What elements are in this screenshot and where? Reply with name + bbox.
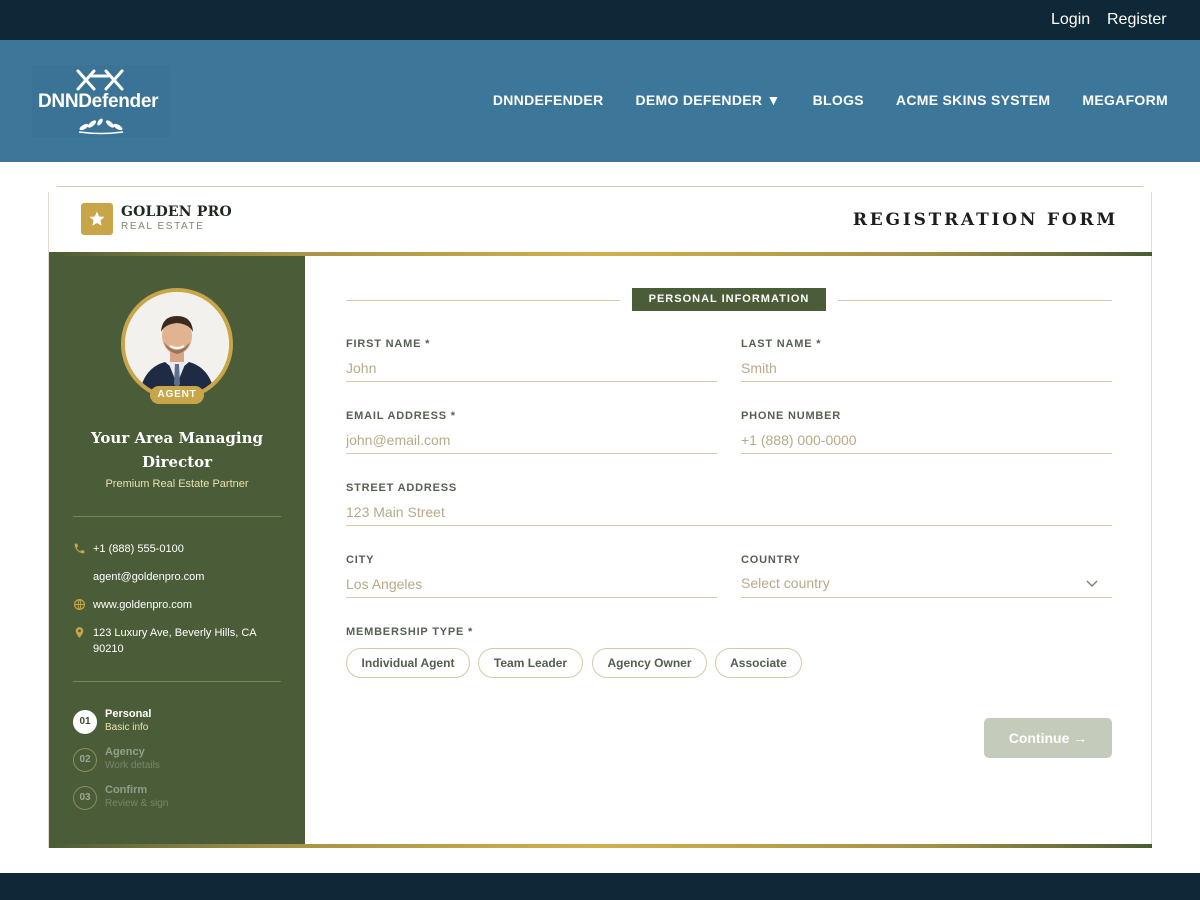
nav-item-dnndefender[interactable]: DNNDEFENDER [493,92,604,108]
phone-icon [74,543,85,554]
form-title: REGISTRATION FORM [852,210,1118,230]
membership-option-agency-owner[interactable]: Agency Owner [592,648,707,678]
gold-divider-bottom [49,844,1152,848]
site-logo[interactable]: DNNDefender [32,65,170,137]
logo-text: DNNDefender [38,91,159,112]
brand-badge [81,203,113,235]
agent-photo [125,292,229,396]
email-icon [73,570,86,583]
membership-option-team-leader[interactable]: Team Leader [478,648,583,678]
agent-subtitle: Premium Real Estate Partner [105,478,249,490]
email-input[interactable] [346,426,717,454]
step-number: 02 [73,748,97,772]
step-title: Personal [105,708,152,720]
register-link[interactable]: Register [1107,11,1167,29]
contact-address-text: 123 Luxury Ave, Beverly Hills, CA 90210 [93,627,257,655]
chevron-down-icon [1086,580,1098,587]
section-divider-left [346,300,620,301]
step-subtitle: Work details [105,760,160,771]
contact-phone-text: +1 (888) 555-0100 [93,543,184,555]
street-input[interactable] [346,498,1112,526]
phone-input[interactable] [741,426,1112,454]
contact-email-text[interactable]: agent@goldenpro.com [93,569,278,585]
star-icon [89,211,105,226]
laurel-icon [78,118,124,135]
nav-item-blogs[interactable]: BLOGS [813,92,864,108]
phone-label: PHONE NUMBER [741,410,842,422]
step-subtitle: Basic info [105,722,149,733]
brand-name: GOLDEN PRO [121,204,232,220]
globe-icon [74,599,85,610]
step-subtitle: Review & sign [105,798,169,809]
step-personal[interactable]: 01 Personal Basic info [73,708,273,740]
nav-item-demo-defender[interactable]: DEMO DEFENDER ▼ [635,92,780,108]
nav-item-acme-skins-system[interactable]: ACME SKINS SYSTEM [896,92,1050,108]
registration-card: GOLDEN PRO REAL ESTATE REGISTRATION FORM… [48,192,1152,848]
sidebar-divider [73,516,281,517]
site-footer [0,873,1200,900]
country-label: COUNTRY [741,554,801,566]
avatar [121,288,233,400]
location-pin-icon [75,627,84,638]
membership-option-associate[interactable]: Associate [715,648,802,678]
step-title: Confirm [105,784,148,796]
email-label: EMAIL ADDRESS * [346,410,456,422]
street-label: STREET ADDRESS [346,482,458,494]
login-link[interactable]: Login [1051,11,1090,29]
step-agency[interactable]: 02 Agency Work details [73,746,273,778]
brand-subtitle: REAL ESTATE [121,221,205,232]
top-bar: Login Register [0,0,1200,40]
sidebar-divider [73,681,281,682]
membership-option-individual-agent[interactable]: Individual Agent [346,648,470,678]
last-name-input[interactable] [741,354,1112,382]
continue-button[interactable]: Continue → [984,718,1112,758]
step-confirm[interactable]: 03 Confirm Review & sign [73,784,273,816]
agent-sidebar: AGENT Your Area Managing Director Premiu… [49,256,305,844]
country-select-value: Select country [741,575,830,591]
first-name-label: FIRST NAME * [346,338,431,350]
country-select[interactable]: Select country [741,570,1112,598]
city-label: CITY [346,554,375,566]
main-nav: DNNDEFENDER DEMO DEFENDER ▼ BLOGS ACME S… [493,92,1168,108]
section-title: PERSONAL INFORMATION [632,288,826,311]
membership-label: MEMBERSHIP TYPE * [346,626,474,638]
first-name-input[interactable] [346,354,717,382]
city-input[interactable] [346,570,717,598]
agent-title: Your Area Managing Director [91,429,263,471]
last-name-label: LAST NAME * [741,338,822,350]
crossed-swords-icon [76,69,124,91]
contact-website-text[interactable]: www.goldenpro.com [93,597,278,613]
step-number: 01 [73,710,97,734]
step-title: Agency [105,746,145,758]
step-number: 03 [73,786,97,810]
section-divider-right [838,300,1112,301]
agent-badge: AGENT [150,386,204,404]
site-header: DNNDefender DNNDEFENDER DEMO DEFENDER ▼ … [0,40,1200,162]
card-top-divider [57,186,1143,187]
nav-item-megaform[interactable]: MEGAFORM [1082,92,1168,108]
